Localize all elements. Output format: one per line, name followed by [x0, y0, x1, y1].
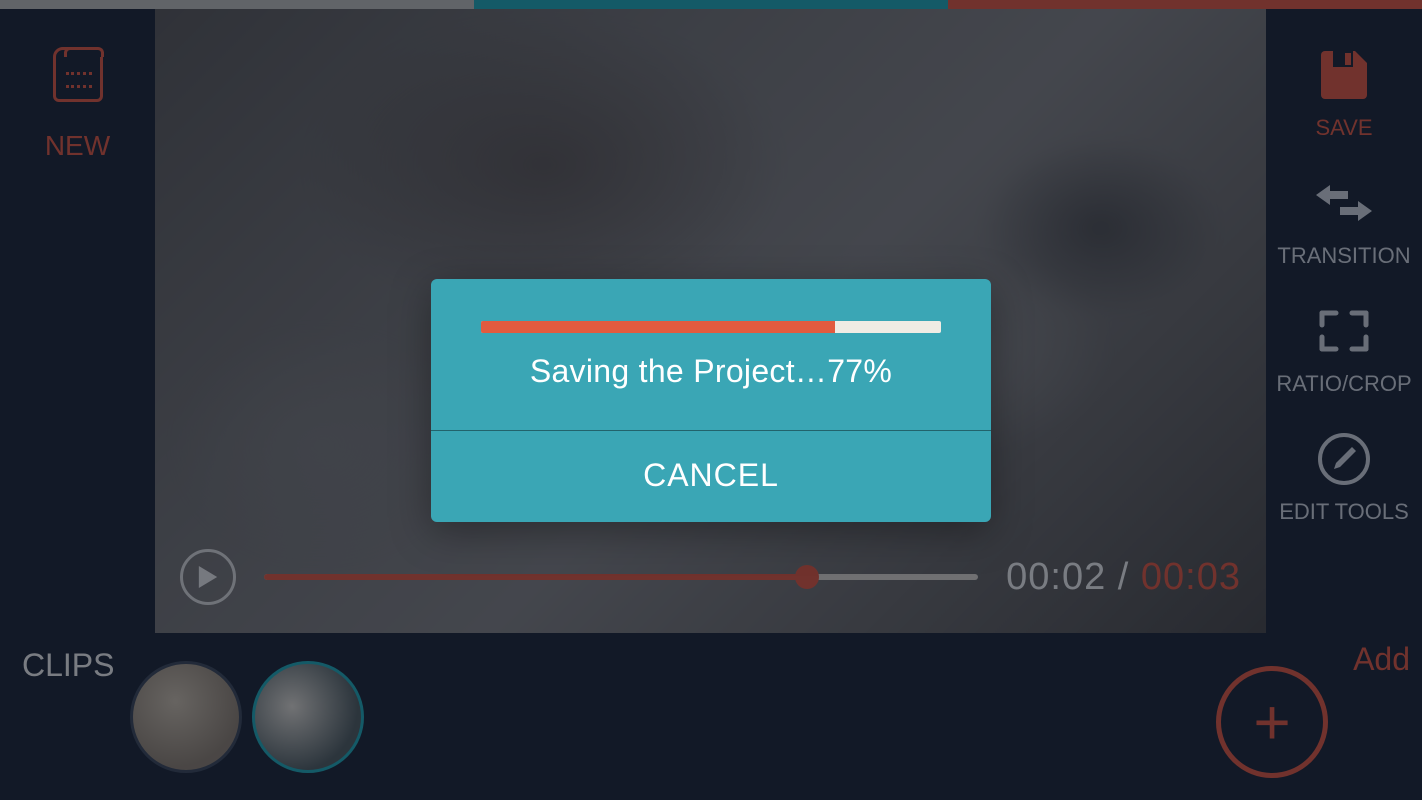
progress-text: Saving the Project…77% — [481, 353, 941, 390]
save-progress-dialog: Saving the Project…77% CANCEL — [431, 279, 991, 522]
progress-bar — [481, 321, 941, 333]
cancel-button[interactable]: CANCEL — [431, 431, 991, 522]
modal-overlay: Saving the Project…77% CANCEL — [0, 0, 1422, 800]
